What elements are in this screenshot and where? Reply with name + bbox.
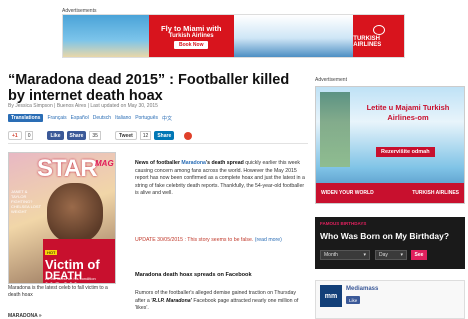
birthday-widget: FAMOUS BIRTHDAYS Who Was Born on My Birt… (315, 217, 465, 269)
social-buttons: +1 0 Like Share 35 Tweet 12 Share (8, 131, 193, 140)
linkedin-share-button[interactable]: Share (154, 131, 175, 140)
reserve-button[interactable]: Rezervišite odmah (376, 147, 435, 157)
facebook-like-button[interactable]: Like (47, 131, 64, 140)
magazine-title: STAR (37, 155, 98, 182)
skyline-image (320, 92, 350, 167)
brand-text: TURKISH AIRLINES (353, 35, 382, 48)
page-name[interactable]: Mediamass (346, 286, 378, 292)
brand-text: TURKISH AIRLINES (412, 190, 459, 196)
lang-link[interactable]: Italiano (115, 115, 131, 121)
tweet-button[interactable]: Tweet (114, 131, 137, 140)
google-plus-button[interactable]: +1 (8, 131, 22, 140)
lang-link[interactable]: Deutsch (93, 115, 111, 121)
see-button[interactable]: See (411, 250, 427, 260)
side-ad-footer: WIDEN YOUR WORLD TURKISH AIRLINES (316, 183, 464, 203)
promo-line-1: Fly to Miami with (161, 23, 222, 33)
hot-badge: HOT (45, 250, 58, 255)
section-heading: MARADONA » (8, 313, 42, 319)
translations-bar: Translations Français Español Deutsch It… (8, 114, 172, 122)
facebook-count: 35 (89, 131, 101, 140)
p2-em: 'R.I.P. Maradona' (151, 297, 192, 304)
turkish-airlines-logo: TURKISH AIRLINES (353, 15, 404, 57)
stumbleupon-icon[interactable] (184, 131, 193, 140)
miami-promo: Fly to Miami with Turkish Airlines Book … (148, 15, 234, 57)
side-ad-text: Letite u Majami Turkish Airlines-om (366, 103, 450, 122)
lang-link[interactable]: Español (71, 115, 89, 121)
month-value: Month (324, 252, 338, 258)
day-select[interactable]: Day ▾ (375, 250, 407, 260)
lang-link[interactable]: 中文 (162, 115, 172, 122)
top-ad-banner[interactable]: Fly to Miami with Turkish Airlines Book … (62, 14, 405, 58)
promo-line-2: Turkish Airlines (168, 32, 214, 39)
lead-bold: News of footballer (135, 160, 180, 166)
divider (8, 143, 308, 144)
facebook-page-box: mm Mediamass Like (315, 280, 465, 319)
subheading: Maradona death hoax spreads on Facebook (135, 272, 252, 278)
cruise-ship-image (234, 15, 354, 57)
facebook-share-button[interactable]: Share (66, 131, 87, 140)
magazine-cover-image: STAR MAG JANET & TAYLOR FIGHTING? CHELSE… (8, 152, 116, 284)
byline: By Jessica Simpson | Buenos Aires | Last… (8, 103, 158, 109)
side-ad-banner[interactable]: Letite u Majami Turkish Airlines-om Reze… (315, 86, 465, 204)
lead-bold-2: 's death spread (205, 160, 244, 166)
palm-beach-image (63, 15, 149, 57)
bird-icon (372, 24, 385, 35)
ad-label: Advertisement (315, 77, 347, 83)
magazine-sub: MAG (95, 159, 114, 168)
chevron-down-icon: ▾ (363, 252, 366, 258)
page-title: “Maradona dead 2015” : Footballer killed… (8, 72, 290, 104)
google-plus-count: 0 (24, 131, 34, 140)
read-more-link[interactable]: (read more) (255, 237, 282, 243)
book-now-button[interactable]: Book Now (174, 40, 209, 49)
mediamass-logo: mm (320, 285, 342, 307)
month-select[interactable]: Month ▾ (320, 250, 370, 260)
day-value: Day (379, 252, 388, 258)
update-notice: UPDATE 30/05/2015 : This story seems to … (135, 236, 307, 244)
portrait (47, 183, 103, 243)
article-paragraph: News of footballer Maradona's death spre… (135, 160, 307, 198)
cover-small-text: All the latest on his condition (45, 276, 96, 281)
cover-side-text: JANET & TAYLOR FIGHTING? CHELSEA LOST WE… (11, 189, 41, 214)
lang-link[interactable]: Português (135, 115, 158, 121)
chevron-down-icon: ▾ (400, 252, 403, 258)
slogan: WIDEN YOUR WORLD (321, 190, 374, 196)
lang-link[interactable]: Français (47, 115, 66, 121)
famous-birthdays-label: FAMOUS BIRTHDAYS (320, 221, 367, 226)
image-caption: Maradona is the latest celeb to fall vic… (8, 285, 108, 298)
tweet-count: 12 (139, 131, 152, 140)
article-paragraph: Rumors of the footballer's alleged demis… (135, 290, 307, 313)
birthday-question: Who Was Born on My Birthday? (320, 231, 450, 241)
update-text: UPDATE 30/05/2015 : This story seems to … (135, 237, 254, 243)
maradona-link[interactable]: Maradona (181, 160, 206, 166)
translations-label: Translations (8, 114, 44, 122)
facebook-like-button[interactable]: Like (346, 296, 361, 304)
